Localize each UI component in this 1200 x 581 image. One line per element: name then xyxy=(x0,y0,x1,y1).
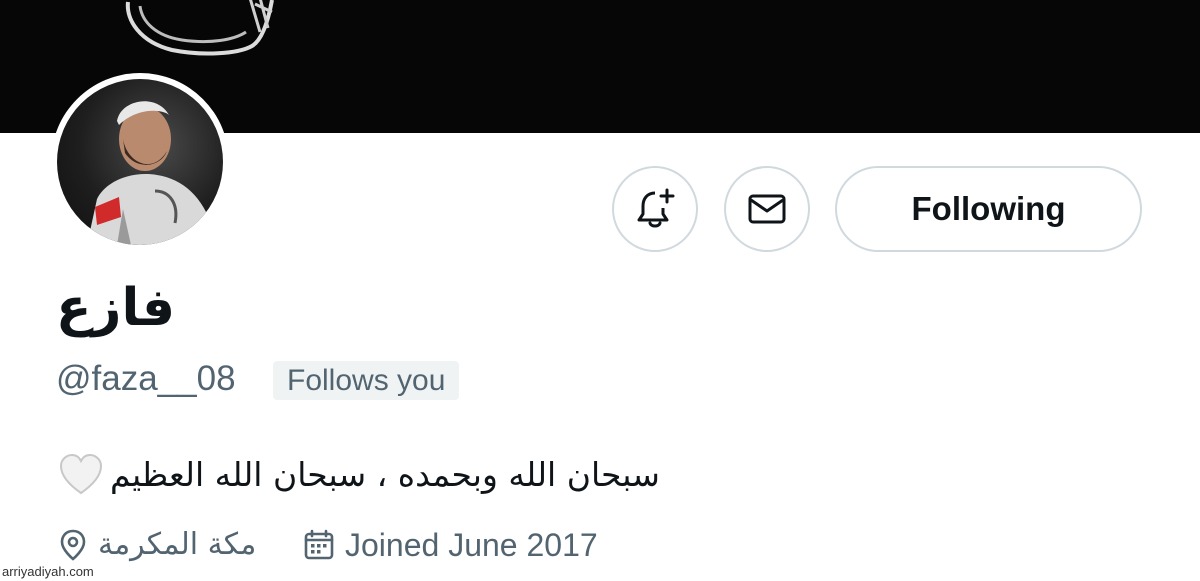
avatar-photo xyxy=(57,79,223,245)
message-button[interactable] xyxy=(724,166,810,252)
bio-text: سبحان الله وبحمده ، سبحان الله العظيم xyxy=(110,455,660,494)
notify-button[interactable] xyxy=(612,166,698,252)
profile-bio: سبحان الله وبحمده ، سبحان الله العظيم xyxy=(58,447,660,503)
crown-illustration xyxy=(125,0,274,56)
white-heart-icon xyxy=(58,453,104,497)
joined-text: Joined June 2017 xyxy=(345,527,598,563)
username-handle: @faza__08 xyxy=(56,359,236,398)
follows-you-badge: Follows you xyxy=(273,361,460,400)
profile-joined-date: Joined June 2017 xyxy=(303,521,598,569)
location-pin-icon xyxy=(60,529,86,561)
bell-plus-icon xyxy=(637,188,675,228)
calendar-icon xyxy=(304,529,334,560)
envelope-icon xyxy=(748,194,786,224)
display-name: فازع xyxy=(56,278,176,338)
location-text: مكة المكرمة xyxy=(98,527,257,562)
source-watermark: arriyadiyah.com xyxy=(2,564,94,579)
following-label: Following xyxy=(911,190,1066,227)
profile-location: مكة المكرمة xyxy=(58,521,256,569)
following-button[interactable]: Following xyxy=(835,166,1142,252)
profile-avatar[interactable] xyxy=(51,73,229,251)
